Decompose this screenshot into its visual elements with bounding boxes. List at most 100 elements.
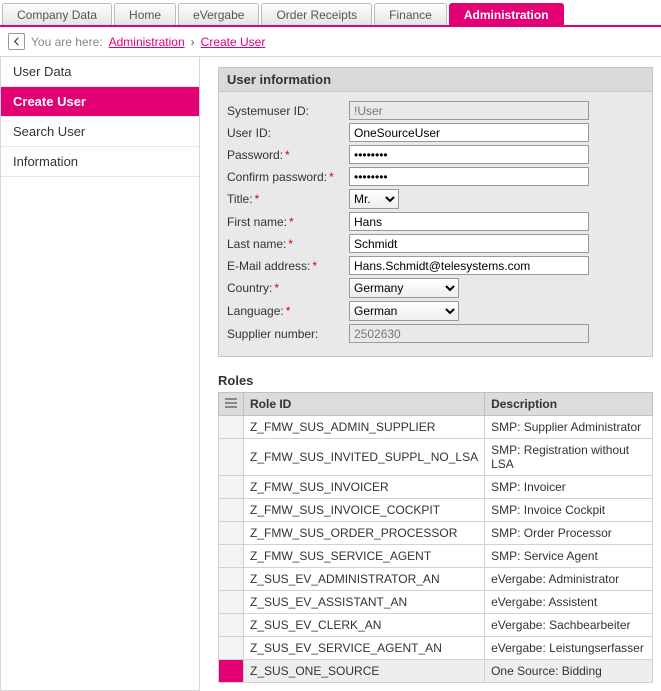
- input-password[interactable]: [349, 145, 589, 164]
- breadcrumb-separator: ›: [191, 35, 195, 49]
- label-systemuser-id: Systemuser ID:: [227, 104, 349, 118]
- required-mark: *: [285, 148, 290, 162]
- cell-role-id: Z_FMW_SUS_SERVICE_AGENT: [244, 545, 485, 568]
- table-row[interactable]: Z_SUS_EV_ASSISTANT_ANeVergabe: Assistent: [219, 591, 653, 614]
- cell-role-id: Z_SUS_EV_ASSISTANT_AN: [244, 591, 485, 614]
- cell-description: SMP: Supplier Administrator: [485, 416, 653, 439]
- input-email[interactable]: [349, 256, 589, 275]
- col-description[interactable]: Description: [485, 393, 653, 416]
- row-selector[interactable]: [219, 545, 244, 568]
- row-selector[interactable]: [219, 439, 244, 476]
- cell-description: SMP: Invoice Cockpit: [485, 499, 653, 522]
- col-role-id[interactable]: Role ID: [244, 393, 485, 416]
- table-corner-icon: [225, 398, 237, 408]
- label-supplier-no: Supplier number:: [227, 327, 349, 341]
- breadcrumb-administration[interactable]: Administration: [109, 35, 185, 49]
- tab-company-data[interactable]: Company Data: [2, 3, 112, 25]
- table-row[interactable]: Z_FMW_SUS_ADMIN_SUPPLIERSMP: Supplier Ad…: [219, 416, 653, 439]
- sidebar-item-search-user[interactable]: Search User: [1, 117, 199, 147]
- cell-role-id: Z_FMW_SUS_INVOICER: [244, 476, 485, 499]
- cell-role-id: Z_FMW_SUS_INVITED_SUPPL_NO_LSA: [244, 439, 485, 476]
- cell-description: eVergabe: Administrator: [485, 568, 653, 591]
- table-row[interactable]: Z_FMW_SUS_INVITED_SUPPL_NO_LSASMP: Regis…: [219, 439, 653, 476]
- table-row[interactable]: Z_SUS_EV_ADMINISTRATOR_ANeVergabe: Admin…: [219, 568, 653, 591]
- cell-role-id: Z_FMW_SUS_INVOICE_COCKPIT: [244, 499, 485, 522]
- label-email: E-Mail address:*: [227, 259, 349, 273]
- required-mark: *: [312, 259, 317, 273]
- tab-evergabe[interactable]: eVergabe: [178, 3, 259, 25]
- tab-home[interactable]: Home: [114, 3, 176, 25]
- chevron-left-icon: [12, 37, 21, 46]
- label-password: Password:*: [227, 148, 349, 162]
- row-selector[interactable]: [219, 660, 244, 683]
- tab-finance[interactable]: Finance: [374, 3, 447, 25]
- label-confirm-pw: Confirm password:*: [227, 170, 349, 184]
- required-mark: *: [289, 215, 294, 229]
- label-last-name: Last name:*: [227, 237, 349, 251]
- row-selector[interactable]: [219, 568, 244, 591]
- cell-description: SMP: Invoicer: [485, 476, 653, 499]
- tab-administration[interactable]: Administration: [449, 3, 564, 25]
- required-mark: *: [329, 170, 334, 184]
- cell-role-id: Z_FMW_SUS_ORDER_PROCESSOR: [244, 522, 485, 545]
- cell-description: eVergabe: Assistent: [485, 591, 653, 614]
- cell-description: eVergabe: Leistungserfasser: [485, 637, 653, 660]
- input-language[interactable]: German: [349, 301, 459, 321]
- table-row[interactable]: Z_FMW_SUS_ORDER_PROCESSORSMP: Order Proc…: [219, 522, 653, 545]
- select-all-header[interactable]: [219, 393, 244, 416]
- roles-table: Role ID Description Z_FMW_SUS_ADMIN_SUPP…: [218, 392, 653, 683]
- row-selector[interactable]: [219, 499, 244, 522]
- input-supplier-no: [349, 324, 589, 343]
- input-user-id[interactable]: [349, 123, 589, 142]
- label-title: Title:*: [227, 192, 349, 206]
- content-area: User information Systemuser ID:User ID:P…: [200, 57, 661, 691]
- row-selector[interactable]: [219, 416, 244, 439]
- table-row[interactable]: Z_SUS_EV_SERVICE_AGENT_ANeVergabe: Leist…: [219, 637, 653, 660]
- cell-description: SMP: Order Processor: [485, 522, 653, 545]
- input-confirm-pw[interactable]: [349, 167, 589, 186]
- input-country[interactable]: Germany: [349, 278, 459, 298]
- cell-description: SMP: Registration without LSA: [485, 439, 653, 476]
- row-selector[interactable]: [219, 476, 244, 499]
- cell-role-id: Z_SUS_EV_CLERK_AN: [244, 614, 485, 637]
- table-row[interactable]: Z_SUS_ONE_SOURCEOne Source: Bidding: [219, 660, 653, 683]
- input-title[interactable]: Mr.Ms.: [349, 189, 399, 209]
- breadcrumb: You are here: Administration › Create Us…: [0, 27, 661, 57]
- main-tabs: Company DataHomeeVergabeOrder ReceiptsFi…: [0, 0, 661, 27]
- table-row[interactable]: Z_FMW_SUS_INVOICE_COCKPITSMP: Invoice Co…: [219, 499, 653, 522]
- row-selector[interactable]: [219, 522, 244, 545]
- cell-description: SMP: Service Agent: [485, 545, 653, 568]
- required-mark: *: [288, 237, 293, 251]
- cell-role-id: Z_FMW_SUS_ADMIN_SUPPLIER: [244, 416, 485, 439]
- input-systemuser-id: [349, 101, 589, 120]
- label-first-name: First name:*: [227, 215, 349, 229]
- cell-role-id: Z_SUS_ONE_SOURCE: [244, 660, 485, 683]
- table-row[interactable]: Z_FMW_SUS_INVOICERSMP: Invoicer: [219, 476, 653, 499]
- input-first-name[interactable]: [349, 212, 589, 231]
- label-country: Country:*: [227, 281, 349, 295]
- sidebar-item-create-user[interactable]: Create User: [1, 87, 199, 117]
- cell-role-id: Z_SUS_EV_ADMINISTRATOR_AN: [244, 568, 485, 591]
- sidebar: User DataCreate UserSearch UserInformati…: [0, 57, 200, 691]
- label-user-id: User ID:: [227, 126, 349, 140]
- back-button[interactable]: [8, 33, 25, 50]
- user-form: Systemuser ID: User ID: Password:* Confirm …: [218, 92, 653, 357]
- required-mark: *: [286, 304, 291, 318]
- sidebar-item-user-data[interactable]: User Data: [1, 57, 199, 87]
- table-row[interactable]: Z_SUS_EV_CLERK_ANeVergabe: Sachbearbeite…: [219, 614, 653, 637]
- table-row[interactable]: Z_FMW_SUS_SERVICE_AGENTSMP: Service Agen…: [219, 545, 653, 568]
- cell-description: eVergabe: Sachbearbeiter: [485, 614, 653, 637]
- row-selector[interactable]: [219, 614, 244, 637]
- cell-description: One Source: Bidding: [485, 660, 653, 683]
- breadcrumb-prefix: You are here:: [31, 35, 103, 49]
- required-mark: *: [274, 281, 279, 295]
- row-selector[interactable]: [219, 637, 244, 660]
- tab-order-receipts[interactable]: Order Receipts: [261, 3, 372, 25]
- required-mark: *: [255, 192, 260, 206]
- breadcrumb-create-user[interactable]: Create User: [201, 35, 266, 49]
- input-last-name[interactable]: [349, 234, 589, 253]
- sidebar-item-information[interactable]: Information: [1, 147, 199, 177]
- label-language: Language:*: [227, 304, 349, 318]
- row-selector[interactable]: [219, 591, 244, 614]
- cell-role-id: Z_SUS_EV_SERVICE_AGENT_AN: [244, 637, 485, 660]
